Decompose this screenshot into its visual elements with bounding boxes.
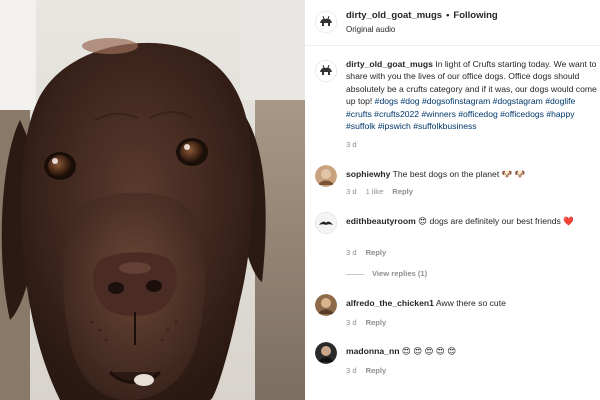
post-header: dirty_old_goat_mugs • Following Original a… [305, 0, 600, 46]
caption-username[interactable]: dirty_old_goat_mugs [346, 59, 433, 69]
commenter-avatar[interactable] [315, 342, 337, 364]
reply-button[interactable]: Reply [366, 318, 387, 327]
caption-hashtags[interactable]: #dogs #dog #dogsofinstagram #dogstagram … [346, 96, 575, 131]
comment-timestamp[interactable]: 3 d [346, 248, 357, 257]
post-media[interactable] [0, 0, 305, 400]
post-side-panel: dirty_old_goat_mugs • Following Original a… [305, 0, 600, 400]
comment-timestamp[interactable]: 3 d [346, 187, 357, 196]
comment-text: alfredo_the_chicken1 Aww there so cute [346, 297, 590, 309]
comment-text: sophiewhy The best dogs on the planet 🐶 … [346, 168, 590, 180]
reply-button[interactable]: Reply [366, 248, 387, 257]
reply-button[interactable]: Reply [392, 187, 413, 196]
separator-dot: • [446, 10, 450, 21]
comment-meta: 3 d 1 like Reply [346, 187, 422, 196]
reply-button[interactable]: Reply [366, 366, 387, 375]
comment-username[interactable]: alfredo_the_chicken1 [346, 298, 434, 308]
comment-body: Aww there so cute [435, 298, 506, 308]
goat-logo-avatar[interactable] [315, 11, 337, 33]
original-audio-link[interactable]: Original audio [346, 25, 395, 34]
comment-body: 😍 😍 😍 😍 😍 [401, 346, 457, 356]
post-viewer: dirty_old_goat_mugs • Following Original a… [0, 0, 600, 400]
comment-text: edithbeautyroom 😍 dogs are definitely ou… [346, 215, 590, 227]
commenter-avatar[interactable] [315, 212, 337, 234]
view-replies-label: View replies (1) [372, 269, 428, 278]
comment-username[interactable]: sophiewhy [346, 169, 390, 179]
dog-photo [0, 0, 305, 400]
view-replies-button[interactable]: View replies (1) [346, 269, 427, 278]
commenter-avatar[interactable] [315, 294, 337, 316]
comment-likes[interactable]: 1 like [366, 187, 384, 196]
comment-username[interactable]: edithbeautyroom [346, 216, 416, 226]
comment-body: The best dogs on the planet 🐶 🐶 [392, 169, 526, 179]
caption-text: dirty_old_goat_mugs In light of Crufts s… [346, 58, 600, 132]
comment-body: 😍 dogs are definitely our best friends ❤… [418, 216, 574, 226]
caption-timestamp[interactable]: 3 d [346, 140, 357, 149]
comment-username[interactable]: madonna_nn [346, 346, 399, 356]
comment-timestamp[interactable]: 3 d [346, 366, 357, 375]
following-button[interactable]: Following [453, 10, 497, 21]
commenter-avatar[interactable] [315, 165, 337, 187]
post-username[interactable]: dirty_old_goat_mugs [346, 10, 442, 21]
replies-divider [346, 273, 364, 275]
comment-meta: 3 d Reply [346, 318, 395, 327]
goat-logo-avatar[interactable] [315, 60, 337, 82]
comment-meta: 3 d Reply [346, 248, 395, 257]
comment-meta: 3 d Reply [346, 366, 395, 375]
comment-timestamp[interactable]: 3 d [346, 318, 357, 327]
comment-text: madonna_nn 😍 😍 😍 😍 😍 [346, 345, 590, 357]
